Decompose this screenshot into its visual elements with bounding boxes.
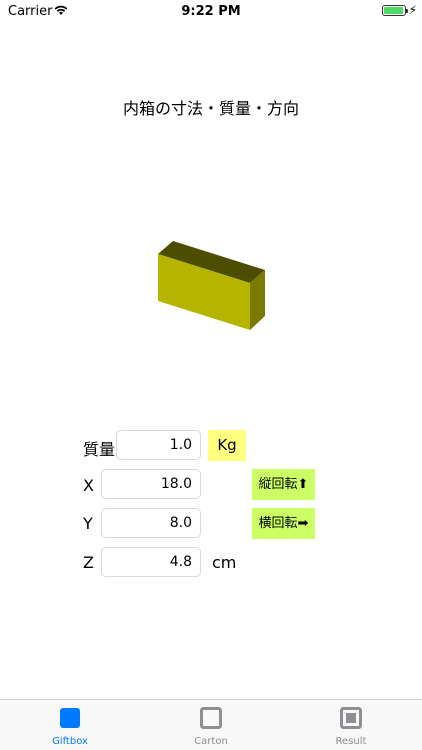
dimension-unit-label: cm <box>212 553 237 572</box>
square-outline-icon <box>200 707 222 729</box>
z-dimension-field[interactable]: 4.8 <box>101 547 201 577</box>
mass-label: 質量 <box>83 440 116 459</box>
square-outline-icon <box>340 707 362 729</box>
z-label: Z <box>83 553 94 572</box>
tab-result-label: Result <box>335 736 367 747</box>
status-time: 9:22 PM <box>181 4 241 19</box>
y-dimension-field[interactable]: 8.0 <box>101 508 201 538</box>
status-bar: Carrier 9:22 PM ⚡ <box>0 0 422 22</box>
rotate-vertical-button[interactable]: 縦回転⬆ <box>252 469 315 500</box>
charging-icon: ⚡ <box>408 3 417 17</box>
y-label: Y <box>83 514 93 533</box>
tab-carton[interactable]: Carton <box>171 700 251 750</box>
inner-box-preview <box>158 241 265 330</box>
square-filled-icon <box>60 708 80 728</box>
tab-result[interactable]: Result <box>311 700 391 750</box>
tab-bar: Giftbox Carton Result <box>0 699 422 750</box>
x-label: X <box>83 476 94 495</box>
battery-icon <box>382 5 408 16</box>
rotate-horizontal-button[interactable]: 横回転➡ <box>252 508 315 539</box>
mass-unit-label: Kg <box>208 430 246 461</box>
tab-giftbox[interactable]: Giftbox <box>30 700 110 750</box>
x-dimension-field[interactable]: 18.0 <box>101 469 201 499</box>
tab-giftbox-label: Giftbox <box>52 736 88 747</box>
tab-carton-label: Carton <box>194 736 228 747</box>
page-title: 内箱の寸法・質量・方向 <box>122 99 299 118</box>
mass-field[interactable]: 1.0 <box>116 430 201 460</box>
